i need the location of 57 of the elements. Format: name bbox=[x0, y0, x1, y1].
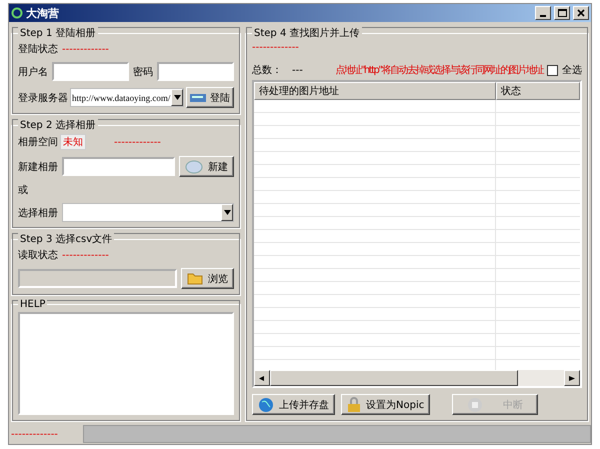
select-all-label: 全选 bbox=[562, 64, 582, 77]
album-space-status: ------------- bbox=[114, 136, 161, 148]
server-label: 登录服务器 bbox=[18, 92, 68, 104]
horizontal-scrollbar[interactable] bbox=[254, 370, 580, 386]
window-title: 大淘营 bbox=[26, 6, 60, 20]
column-header[interactable]: 待处理的图片地址 bbox=[254, 82, 496, 100]
scroll-right-icon bbox=[568, 376, 576, 380]
close-button[interactable] bbox=[573, 6, 589, 20]
group-title: Step 3 选择csv文件 bbox=[18, 232, 114, 246]
total-label: 总数： bbox=[252, 64, 282, 77]
new-album-label: 新建相册 bbox=[18, 160, 58, 174]
lock-icon bbox=[347, 396, 361, 412]
group-title: HELP bbox=[18, 299, 48, 310]
csv-path-field[interactable] bbox=[18, 269, 177, 288]
triangle-icon bbox=[174, 95, 180, 100]
username-field[interactable] bbox=[52, 62, 129, 81]
group-title: Step 4 查找图片并上传 bbox=[252, 26, 362, 40]
app-icon bbox=[11, 7, 23, 19]
maximize-button[interactable] bbox=[554, 6, 570, 20]
minimize-button[interactable] bbox=[535, 6, 551, 20]
help-text-area[interactable] bbox=[18, 312, 234, 415]
upload-button[interactable]: 上传并存盘 bbox=[252, 394, 335, 415]
scroll-left-icon bbox=[258, 376, 266, 380]
new-album-button[interactable]: 新建 bbox=[179, 156, 234, 177]
select-all-checkbox[interactable] bbox=[547, 64, 558, 76]
group-title: Step 1 登陆相册 bbox=[18, 26, 98, 40]
column-header[interactable]: 状态 bbox=[496, 82, 580, 100]
status-value: ------------- bbox=[62, 44, 109, 54]
album-space-label: 相册空间 bbox=[18, 136, 58, 149]
or-label: 或 bbox=[18, 184, 29, 197]
bubble-icon bbox=[185, 160, 203, 174]
globe-icon bbox=[258, 396, 274, 412]
read-status-value: ------------- bbox=[62, 250, 109, 260]
total-value: --- bbox=[292, 64, 303, 76]
password-field[interactable] bbox=[157, 62, 234, 81]
stop-icon bbox=[467, 396, 484, 412]
hint-text: 点地址"http"将自动去掉或选择与该行同网址的图片地址 bbox=[335, 64, 543, 77]
select-album-label: 选择相册 bbox=[18, 206, 58, 220]
server-dropdown[interactable]: http://www.dataoying.com/ bbox=[70, 88, 184, 107]
read-status-label: 读取状态 bbox=[18, 248, 58, 262]
card-icon bbox=[190, 92, 206, 102]
maximize-icon bbox=[558, 9, 566, 17]
album-space-value: 未知 bbox=[60, 134, 86, 150]
upload-status: ------------- bbox=[252, 42, 300, 53]
folder-icon bbox=[187, 272, 203, 285]
login-button[interactable]: 登陆 bbox=[186, 87, 234, 108]
album-dropdown[interactable] bbox=[62, 203, 234, 222]
password-label: 密码 bbox=[133, 66, 153, 78]
new-album-field[interactable] bbox=[62, 157, 175, 176]
status-label: 登陆状态 bbox=[18, 42, 58, 56]
username-label: 用户名 bbox=[18, 66, 48, 78]
browse-button[interactable]: 浏览 bbox=[181, 268, 234, 289]
close-icon bbox=[577, 9, 585, 17]
triangle-icon bbox=[224, 210, 230, 215]
status-bar-text: ------------- bbox=[11, 428, 59, 440]
group-title: Step 2 选择相册 bbox=[18, 118, 98, 132]
nopic-button[interactable]: 设置为Nopic bbox=[341, 394, 430, 415]
